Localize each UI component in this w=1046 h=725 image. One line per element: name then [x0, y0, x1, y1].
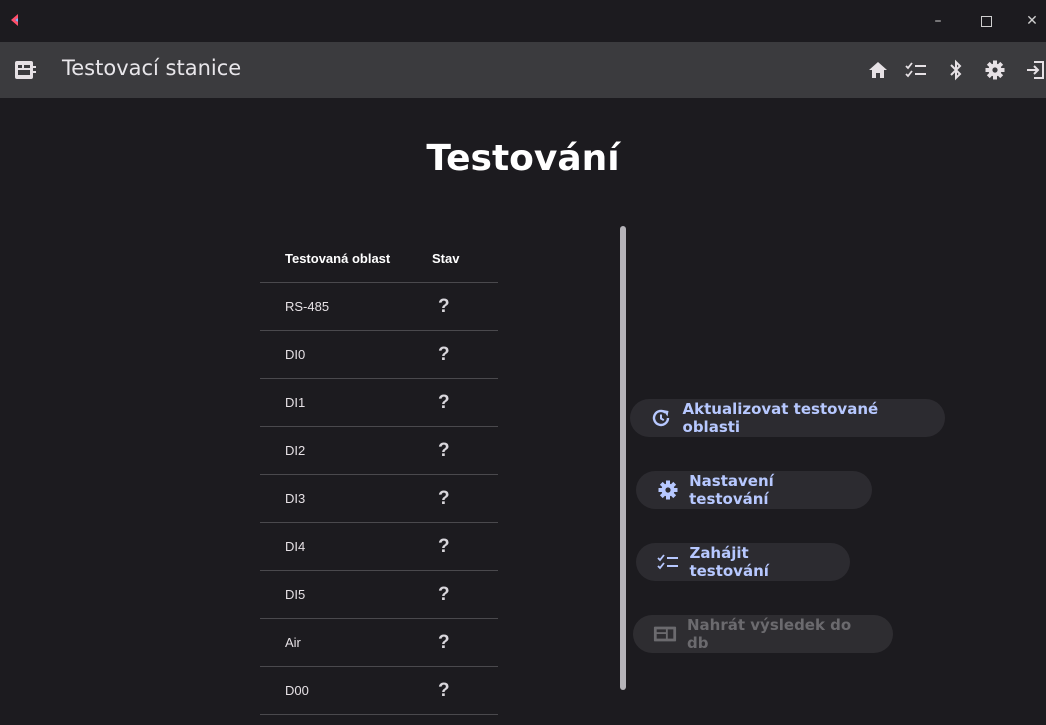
table-row: RS-485 ?	[260, 282, 498, 331]
refresh-areas-label: Aktualizovat testované oblasti	[682, 400, 879, 436]
app-title: Testovací stanice	[62, 56, 242, 80]
settings-icon[interactable]	[983, 58, 1007, 82]
area-cell: DI3	[260, 474, 432, 523]
start-testing-label: Zahájit testování	[689, 544, 769, 580]
vertical-divider	[620, 226, 626, 690]
table-row: DI0 ?	[260, 330, 498, 379]
app-bar: Testovací stanice	[0, 42, 1046, 98]
window-titlebar: – ✕	[0, 0, 1046, 42]
status-cell: ?	[432, 522, 498, 571]
table-header-row: Testovaná oblast Stav	[260, 234, 498, 283]
area-cell: DI4	[260, 522, 432, 571]
checklist-icon	[656, 550, 679, 574]
settings-icon	[656, 478, 679, 502]
table-row: Air ?	[260, 618, 498, 667]
column-header-status: Stav	[432, 234, 498, 283]
app-logo-icon	[11, 14, 18, 26]
status-cell: ?	[432, 282, 498, 331]
upload-result-button[interactable]: Nahrát výsledek do db	[633, 615, 893, 653]
area-cell: DI5	[260, 570, 432, 619]
area-cell: DI0	[260, 330, 432, 379]
bluetooth-icon[interactable]	[944, 58, 968, 82]
test-areas-table: Testovaná oblast Stav RS-485 ? DI0 ? DI1…	[260, 234, 498, 715]
table-row: DI4 ?	[260, 522, 498, 571]
minimize-icon[interactable]: –	[924, 10, 952, 32]
table-row: D00 ?	[260, 666, 498, 715]
area-cell: RS-485	[260, 282, 432, 331]
status-cell: ?	[432, 426, 498, 475]
refresh-icon	[650, 406, 673, 430]
upload-result-label: Nahrát výsledek do db	[687, 616, 852, 652]
start-testing-button[interactable]: Zahájit testování	[636, 543, 850, 581]
table-row: DI2 ?	[260, 426, 498, 475]
area-cell: Air	[260, 618, 432, 667]
table-row: DI5 ?	[260, 570, 498, 619]
area-cell: DI1	[260, 378, 432, 427]
status-cell: ?	[432, 666, 498, 715]
area-cell: DI2	[260, 426, 432, 475]
area-cell: D00	[260, 666, 432, 715]
column-header-area: Testovaná oblast	[260, 234, 432, 283]
maximize-icon[interactable]	[972, 10, 1000, 32]
home-icon[interactable]	[866, 58, 890, 82]
test-settings-label: Nastavení testování	[689, 472, 774, 508]
page-title: Testování	[426, 138, 620, 179]
test-settings-button[interactable]: Nastavení testování	[636, 471, 872, 509]
status-cell: ?	[432, 570, 498, 619]
logout-icon[interactable]	[1024, 58, 1046, 82]
database-upload-icon	[653, 622, 677, 646]
board-icon[interactable]	[14, 60, 36, 80]
checklist-icon[interactable]	[904, 58, 928, 82]
table-row: DI3 ?	[260, 474, 498, 523]
close-icon[interactable]: ✕	[1018, 10, 1046, 32]
refresh-areas-button[interactable]: Aktualizovat testované oblasti	[630, 399, 945, 437]
status-cell: ?	[432, 330, 498, 379]
status-cell: ?	[432, 474, 498, 523]
status-cell: ?	[432, 378, 498, 427]
table-row: DI1 ?	[260, 378, 498, 427]
status-cell: ?	[432, 618, 498, 667]
